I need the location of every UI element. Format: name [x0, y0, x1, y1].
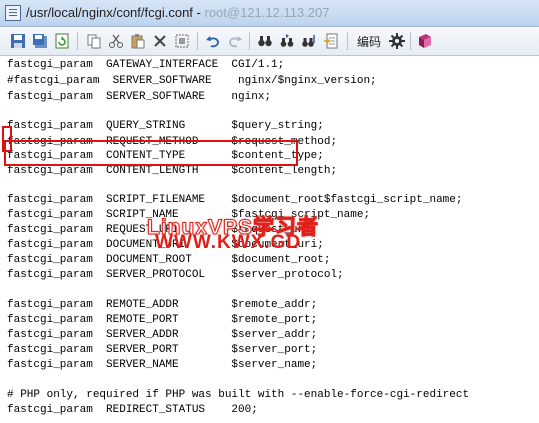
encoding-label[interactable]: 编码 — [357, 33, 381, 50]
reload-icon[interactable] — [52, 31, 72, 51]
window-title: /usr/local/nginx/conf/fcgi.conf - root@1… — [26, 5, 329, 20]
settings-icon[interactable] — [387, 31, 407, 51]
code-line: #fastcgi_param SERVER_SOFTWARE nginx/$ng… — [7, 75, 377, 87]
code-line: fastcgi_param SERVER_NAME $server_name; — [7, 359, 318, 371]
code-line: fastcgi_param DOCUMENT_ROOT $document_ro… — [7, 254, 331, 266]
code-line: fastcgi_param REMOTE_PORT $remote_port; — [7, 314, 318, 326]
code-line: fastcgi_param SCRIPT_FILENAME $document_… — [7, 194, 463, 206]
code-line: fastcgi_param QUERY_STRING $query_string… — [7, 120, 324, 132]
replace-icon[interactable] — [299, 31, 319, 51]
text-editor[interactable]: fastcgi_param GATEWAY_INTERFACE CGI/1.1;… — [0, 56, 539, 423]
annotation-highlight-box — [4, 140, 298, 166]
undo-icon[interactable] — [203, 31, 223, 51]
code-line: fastcgi_param SERVER_SOFTWARE nginx; — [7, 91, 272, 103]
bookmark-icon[interactable] — [415, 31, 435, 51]
copy-icon[interactable] — [84, 31, 104, 51]
goto-icon[interactable] — [321, 31, 341, 51]
code-line: fastcgi_param REDIRECT_STATUS 200; — [7, 404, 258, 416]
toolbar-separator — [249, 32, 250, 50]
select-all-icon[interactable] — [172, 31, 192, 51]
toolbar-separator — [77, 32, 78, 50]
find-icon[interactable] — [255, 31, 275, 51]
toolbar-separator — [197, 32, 198, 50]
document-icon — [5, 5, 21, 21]
delete-icon[interactable] — [150, 31, 170, 51]
code-line: fastcgi_param GATEWAY_INTERFACE CGI/1.1; — [7, 59, 285, 71]
redo-icon[interactable] — [225, 31, 245, 51]
window-title-path: /usr/local/nginx/conf/fcgi.conf - — [26, 5, 205, 20]
code-line: fastcgi_param REMOTE_ADDR $remote_addr; — [7, 299, 318, 311]
window-title-host: root@121.12.113.207 — [204, 5, 330, 20]
title-bar: /usr/local/nginx/conf/fcgi.conf - root@1… — [0, 0, 539, 27]
toolbar-separator — [347, 32, 348, 50]
watermark-url: WWW.KWX.GD — [155, 232, 302, 253]
toolbar: 编码 — [0, 27, 539, 56]
save-all-icon[interactable] — [30, 31, 50, 51]
paste-icon[interactable] — [128, 31, 148, 51]
save-icon[interactable] — [8, 31, 28, 51]
code-line: fastcgi_param SERVER_PROTOCOL $server_pr… — [7, 269, 344, 281]
cut-icon[interactable] — [106, 31, 126, 51]
code-line: fastcgi_param SERVER_PORT $server_port; — [7, 344, 318, 356]
code-line: # PHP only, required if PHP was built wi… — [7, 389, 470, 401]
code-line: fastcgi_param SERVER_ADDR $server_addr; — [7, 329, 318, 341]
find-next-icon[interactable] — [277, 31, 297, 51]
toolbar-separator — [410, 32, 411, 50]
